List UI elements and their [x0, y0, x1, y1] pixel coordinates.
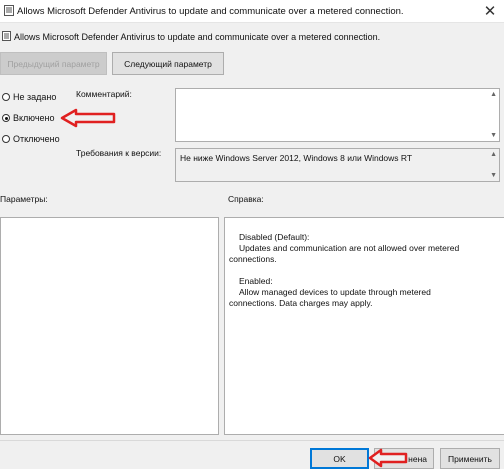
- policy-icon: [2, 31, 11, 41]
- setting-name: Allows Microsoft Defender Antivirus to u…: [14, 32, 381, 42]
- footer-divider: [0, 440, 504, 441]
- version-label: Требования к версии:: [76, 148, 162, 158]
- help-line: connections. Data charges may apply.: [229, 298, 373, 308]
- help-line: Updates and communication are not allowe…: [239, 243, 460, 253]
- apply-button[interactable]: Применить: [440, 448, 500, 469]
- scroll-down-icon[interactable]: ▼: [490, 132, 497, 139]
- help-label: Справка:: [228, 194, 264, 204]
- version-field: Не ниже Windows Server 2012, Windows 8 и…: [175, 148, 500, 182]
- radio-label: Включено: [13, 113, 55, 123]
- previous-setting-button[interactable]: Предыдущий параметр: [0, 52, 107, 75]
- annotation-arrow-icon: [60, 108, 116, 128]
- title-bar: Allows Microsoft Defender Antivirus to u…: [0, 0, 504, 23]
- comment-textarea[interactable]: ▲ ▼: [175, 88, 500, 142]
- next-setting-button[interactable]: Следующий параметр: [112, 52, 224, 75]
- radio-circle[interactable]: [2, 93, 10, 101]
- window-title: Allows Microsoft Defender Antivirus to u…: [17, 6, 404, 17]
- help-line: Enabled:: [239, 276, 273, 286]
- radio-disabled[interactable]: Отключено: [2, 134, 60, 144]
- radio-enabled[interactable]: Включено: [2, 113, 55, 123]
- annotation-arrow-icon: [368, 448, 408, 468]
- policy-icon: [4, 5, 14, 16]
- ok-button[interactable]: OK: [310, 448, 369, 469]
- help-panel: Disabled (Default): Updates and communic…: [224, 217, 504, 435]
- help-line: Allow managed devices to update through …: [239, 287, 431, 297]
- radio-circle-checked[interactable]: [2, 114, 10, 122]
- radio-circle[interactable]: [2, 135, 10, 143]
- radio-label: Не задано: [13, 92, 57, 102]
- options-panel[interactable]: [0, 217, 219, 435]
- help-line: Disabled (Default):: [239, 232, 310, 242]
- close-icon[interactable]: ✕: [482, 2, 498, 20]
- version-value: Не ниже Windows Server 2012, Windows 8 и…: [180, 153, 413, 163]
- scroll-down-icon[interactable]: ▼: [490, 172, 497, 179]
- scroll-up-icon[interactable]: ▲: [490, 91, 497, 98]
- comment-label: Комментарий:: [76, 89, 132, 99]
- radio-label: Отключено: [13, 134, 60, 144]
- help-line: connections.: [229, 254, 277, 264]
- options-label: Параметры:: [0, 194, 48, 204]
- cancel-button-label: нена: [408, 453, 427, 464]
- scroll-up-icon[interactable]: ▲: [490, 151, 497, 158]
- radio-not-configured[interactable]: Не задано: [2, 92, 56, 102]
